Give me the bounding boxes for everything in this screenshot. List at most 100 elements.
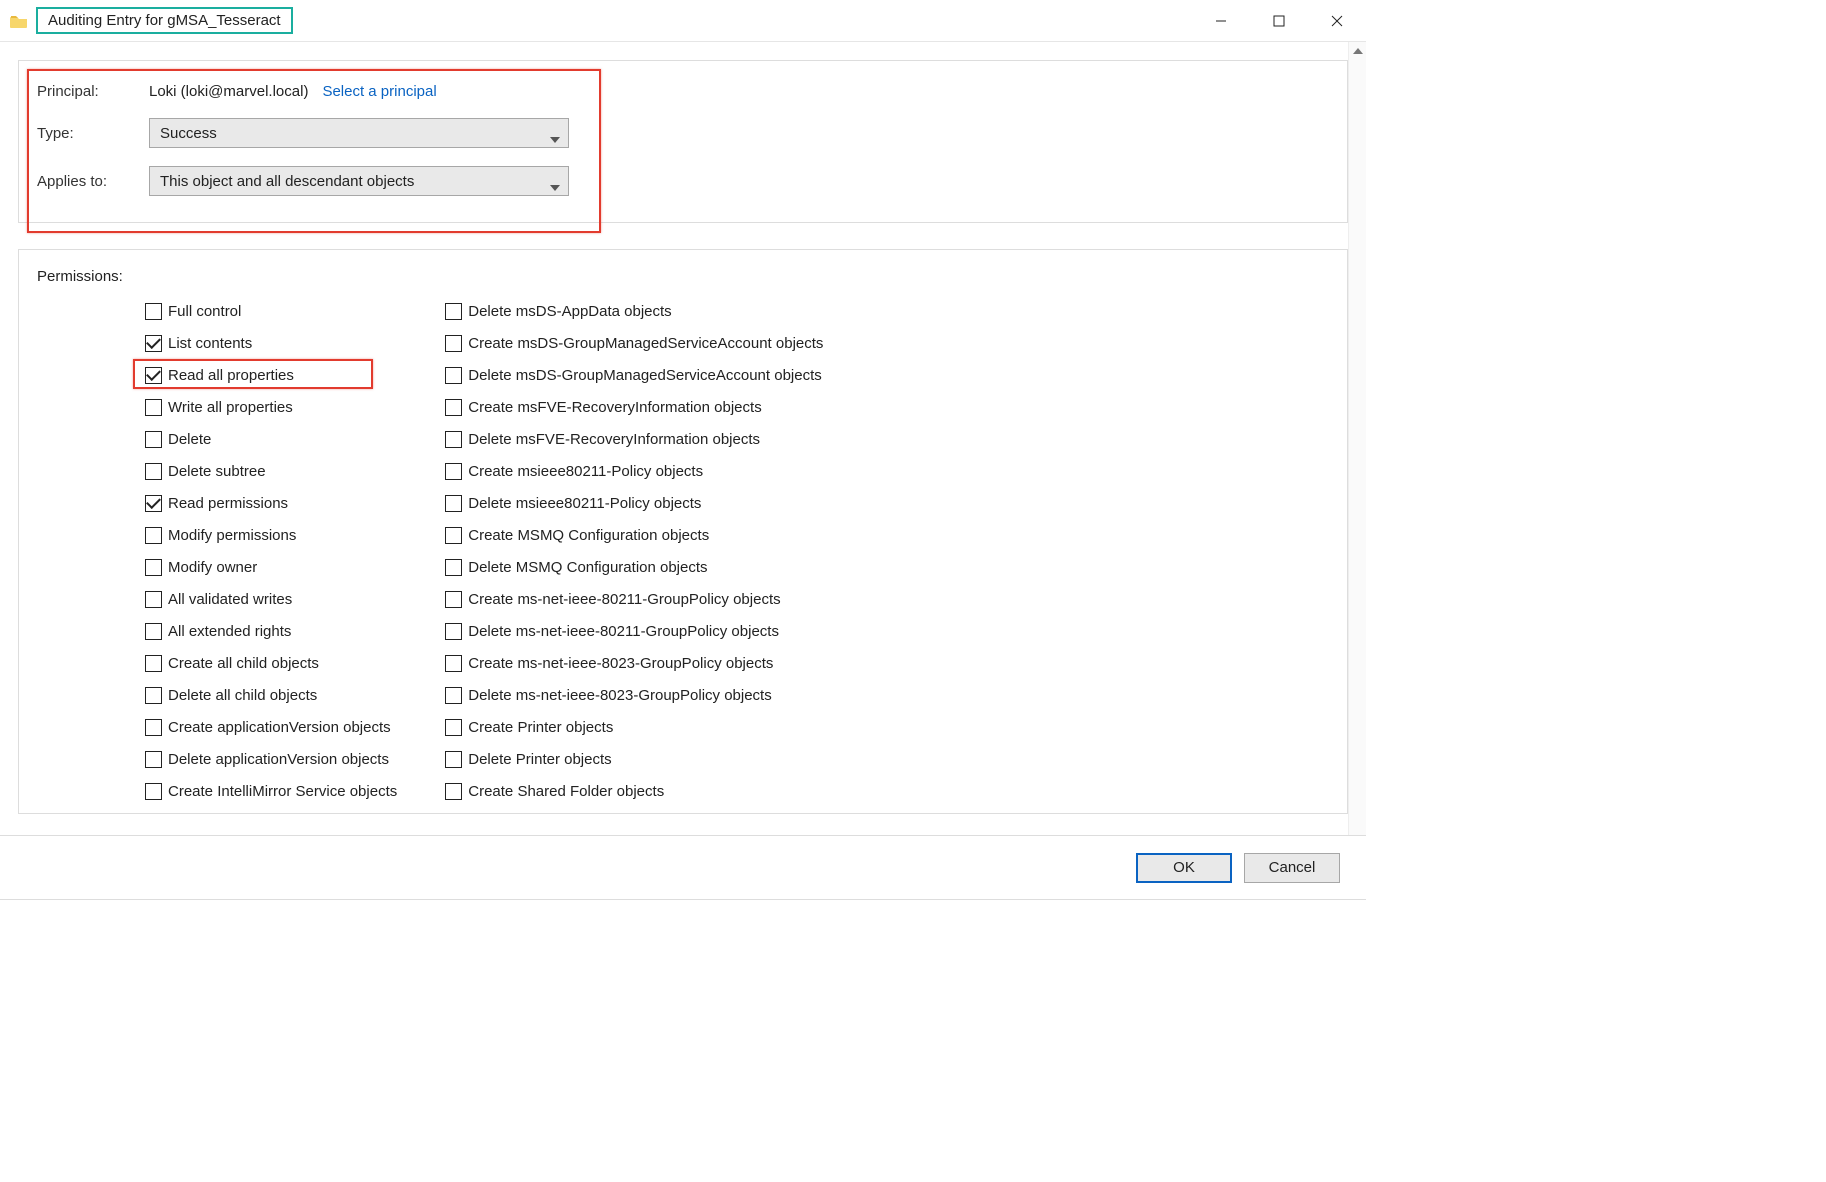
permission-item: All extended rights [145,615,397,647]
permission-checkbox[interactable] [145,655,162,672]
permission-label: Create all child objects [168,655,319,672]
dialog-body: Principal: Loki (loki@marvel.local) Sele… [0,42,1366,835]
window-controls [1192,0,1366,42]
permission-checkbox[interactable] [145,399,162,416]
permission-item: Write all properties [145,391,397,423]
permission-label: Modify permissions [168,527,296,544]
permission-label: Create msFVE-RecoveryInformation objects [468,399,761,416]
dialog-footer: OK Cancel [0,835,1366,899]
ok-button[interactable]: OK [1136,853,1232,883]
permission-label: Create msDS-GroupManagedServiceAccount o… [468,335,823,352]
type-value: Success [160,125,217,142]
permission-checkbox[interactable] [445,303,462,320]
permission-item: Create msieee80211-Policy objects [445,455,823,487]
permission-checkbox[interactable] [145,719,162,736]
permission-checkbox[interactable] [445,623,462,640]
permission-item: Delete msDS-GroupManagedServiceAccount o… [445,359,823,391]
permission-item: Delete applicationVersion objects [145,743,397,775]
permission-label: Write all properties [168,399,293,416]
permissions-column-right: Delete msDS-AppData objects Create msDS-G… [445,295,823,807]
permission-item: Create Printer objects [445,711,823,743]
permission-item: Create MSMQ Configuration objects [445,519,823,551]
permission-item: Read all properties [145,359,397,391]
permission-checkbox[interactable] [145,463,162,480]
close-button[interactable] [1308,0,1366,42]
permission-item: Create msFVE-RecoveryInformation objects [445,391,823,423]
permission-label: Delete msFVE-RecoveryInformation objects [468,431,760,448]
select-principal-link[interactable]: Select a principal [322,83,436,100]
permission-label: Create msieee80211-Policy objects [468,463,703,480]
permission-label: Delete Printer objects [468,751,611,768]
permission-checkbox[interactable] [145,687,162,704]
maximize-button[interactable] [1250,0,1308,42]
permission-label: List contents [168,335,252,352]
permission-checkbox[interactable] [445,591,462,608]
principal-label: Principal: [37,83,149,100]
auditing-entry-dialog: Auditing Entry for gMSA_Tesseract Princi… [0,0,1366,900]
permission-checkbox[interactable] [445,655,462,672]
permission-item: Create ms-net-ieee-8023-GroupPolicy obje… [445,647,823,679]
permission-checkbox[interactable] [445,463,462,480]
permission-item: Create applicationVersion objects [145,711,397,743]
permission-item: Delete msDS-AppData objects [445,295,823,327]
permission-item: All validated writes [145,583,397,615]
permission-checkbox[interactable] [445,431,462,448]
permission-checkbox[interactable] [145,303,162,320]
permission-item: Delete all child objects [145,679,397,711]
permission-item: List contents [145,327,397,359]
permission-label: Create IntelliMirror Service objects [168,783,397,800]
permission-item: Delete [145,423,397,455]
permission-label: Delete all child objects [168,687,317,704]
permission-item: Delete msieee80211-Policy objects [445,487,823,519]
permission-label: Delete MSMQ Configuration objects [468,559,707,576]
permission-checkbox[interactable] [145,527,162,544]
type-dropdown[interactable]: Success [149,118,569,148]
scroll-up-icon[interactable] [1349,42,1366,60]
permission-label: Create ms-net-ieee-80211-GroupPolicy obj… [468,591,780,608]
permissions-panel: Permissions: Full controlList contentsRe… [18,249,1348,814]
permission-label: Create ms-net-ieee-8023-GroupPolicy obje… [468,655,773,672]
permission-checkbox[interactable] [445,719,462,736]
permission-checkbox[interactable] [145,623,162,640]
chevron-down-icon [550,130,560,136]
permission-checkbox[interactable] [445,527,462,544]
permission-item: Delete subtree [145,455,397,487]
vertical-scrollbar[interactable] [1348,42,1366,835]
permission-checkbox[interactable] [445,783,462,800]
permission-label: Read permissions [168,495,288,512]
permission-checkbox[interactable] [445,335,462,352]
principal-value: Loki (loki@marvel.local) [149,83,308,100]
permission-label: Delete msDS-AppData objects [468,303,671,320]
permission-checkbox[interactable] [145,559,162,576]
permission-checkbox[interactable] [145,335,162,352]
permission-checkbox[interactable] [145,783,162,800]
chevron-down-icon [550,178,560,184]
permission-item: Delete Printer objects [445,743,823,775]
permission-item: Create ms-net-ieee-80211-GroupPolicy obj… [445,583,823,615]
permission-checkbox[interactable] [445,687,462,704]
type-row: Type: Success [37,118,1329,148]
permission-item: Full control [145,295,397,327]
permission-item: Delete msFVE-RecoveryInformation objects [445,423,823,455]
permission-item: Create all child objects [145,647,397,679]
permission-checkbox[interactable] [445,495,462,512]
permission-label: Delete ms-net-ieee-8023-GroupPolicy obje… [468,687,771,704]
applies-dropdown[interactable]: This object and all descendant objects [149,166,569,196]
permission-checkbox[interactable] [445,367,462,384]
permission-label: Delete [168,431,211,448]
permission-checkbox[interactable] [145,591,162,608]
permission-label: All extended rights [168,623,291,640]
permission-checkbox[interactable] [145,495,162,512]
minimize-button[interactable] [1192,0,1250,42]
permission-label: Create Shared Folder objects [468,783,664,800]
permission-checkbox[interactable] [145,367,162,384]
permission-checkbox[interactable] [445,751,462,768]
permission-item: Create msDS-GroupManagedServiceAccount o… [445,327,823,359]
permission-checkbox[interactable] [145,431,162,448]
permission-label: Create MSMQ Configuration objects [468,527,709,544]
permission-label: Read all properties [168,367,294,384]
permission-checkbox[interactable] [445,399,462,416]
permission-checkbox[interactable] [145,751,162,768]
permission-checkbox[interactable] [445,559,462,576]
cancel-button[interactable]: Cancel [1244,853,1340,883]
